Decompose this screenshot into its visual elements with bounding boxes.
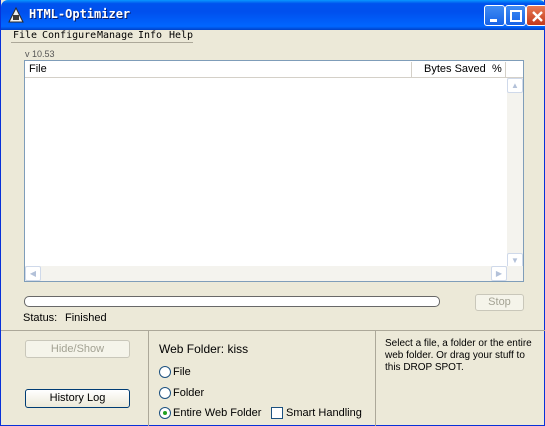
- maximize-button[interactable]: [505, 5, 526, 26]
- minimize-icon: [490, 19, 497, 22]
- status-value: Finished: [65, 312, 107, 324]
- window-title: HTML-Optimizer: [29, 7, 131, 21]
- column-header-percent[interactable]: %: [492, 63, 502, 75]
- radio-file[interactable]: File: [159, 366, 191, 379]
- menu-configure[interactable]: Configure: [42, 30, 96, 41]
- smart-handling-checkbox[interactable]: Smart Handling: [271, 407, 362, 420]
- radio-entire-web-folder[interactable]: Entire Web Folder: [159, 407, 262, 420]
- menu-manage[interactable]: Manage: [97, 30, 133, 41]
- menu-info[interactable]: Info: [138, 30, 162, 41]
- title-bar[interactable]: HTML-Optimizer: [1, 0, 545, 30]
- close-button[interactable]: [526, 5, 545, 26]
- checkbox-label: Smart Handling: [286, 407, 362, 420]
- checkbox[interactable]: [271, 407, 283, 420]
- vertical-scrollbar[interactable]: ▲ ▼: [507, 78, 523, 269]
- panel-divider: [148, 331, 149, 426]
- column-header-file[interactable]: File: [29, 63, 47, 75]
- progress-bar: [24, 296, 440, 307]
- column-separator[interactable]: [505, 62, 506, 77]
- web-folder-label: Web Folder: kiss: [159, 342, 249, 356]
- file-list[interactable]: File Bytes Saved % ▲ ▼ ◀ ▶: [24, 60, 524, 282]
- status-label: Status:: [23, 312, 58, 324]
- radio-label: File: [173, 366, 191, 379]
- radio-button[interactable]: [159, 407, 171, 420]
- panel-divider: [375, 331, 376, 426]
- html-optimizer-app-icon: [8, 6, 24, 23]
- scroll-right-arrow-icon[interactable]: ▶: [491, 266, 507, 281]
- column-separator[interactable]: [411, 62, 412, 77]
- close-icon: [532, 11, 543, 22]
- minimize-button[interactable]: [484, 5, 505, 26]
- radio-label: Folder: [173, 387, 205, 400]
- maximize-icon: [510, 10, 522, 22]
- radio-button[interactable]: [159, 387, 171, 400]
- horizontal-scrollbar[interactable]: ◀ ▶: [25, 266, 523, 281]
- stop-button[interactable]: Stop: [475, 294, 524, 311]
- column-header-bytes-saved[interactable]: Bytes Saved: [424, 63, 486, 75]
- radio-button[interactable]: [159, 366, 171, 379]
- panel-divider: [1, 330, 545, 331]
- menu-help[interactable]: Help: [169, 30, 193, 41]
- radio-label: Entire Web Folder: [173, 407, 262, 420]
- app-window: HTML-Optimizer File Configure Manage Inf…: [0, 0, 545, 426]
- drop-spot-hint[interactable]: Select a file, a folder or the entire we…: [385, 338, 537, 374]
- history-log-button[interactable]: History Log: [25, 389, 130, 408]
- menu-divider: [11, 42, 193, 43]
- hide-show-button[interactable]: Hide/Show: [25, 340, 130, 358]
- menu-file[interactable]: File: [13, 30, 37, 41]
- scroll-left-arrow-icon[interactable]: ◀: [25, 266, 41, 281]
- radio-folder[interactable]: Folder: [159, 387, 205, 400]
- scroll-up-arrow-icon[interactable]: ▲: [507, 78, 523, 93]
- list-header: File Bytes Saved %: [25, 61, 523, 78]
- version-label: v 10.53: [25, 49, 55, 59]
